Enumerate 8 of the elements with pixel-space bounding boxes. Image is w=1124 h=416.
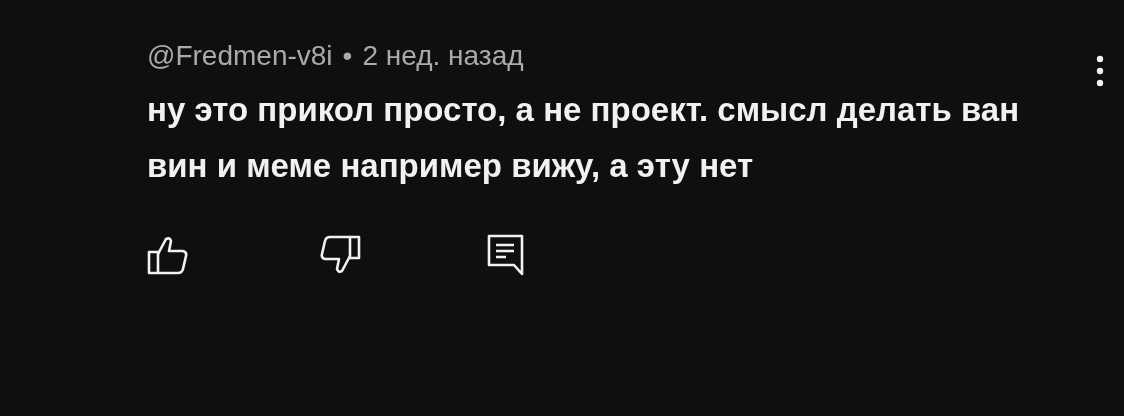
thumbs-up-icon[interactable] [147,235,189,275]
reply-icon[interactable] [487,234,525,276]
author-name[interactable]: @Fredmen-v8i [147,40,333,72]
comment-time: 2 нед. назад [362,40,524,72]
thumbs-down-icon[interactable] [319,235,361,275]
menu-icon[interactable] [1096,55,1104,87]
separator-dot: • [342,40,353,72]
comment-text: ну это прикол просто, а не проект. смысл делать ван вин и меме например вижу, а эту нет [147,90,1021,186]
